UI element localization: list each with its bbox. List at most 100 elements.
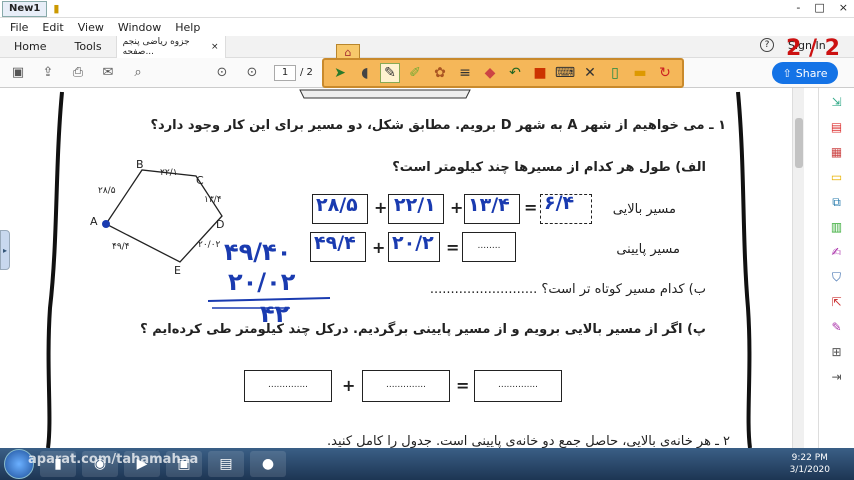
edit-pdf-icon[interactable]: ✎ [829,319,845,335]
tab-document[interactable]: جزوه ریاضی پنجم صفحه... × [115,35,226,58]
handwritten-result: ۴۲ [260,300,290,328]
page-left-border [46,91,64,448]
maximize-button[interactable]: □ [814,1,824,14]
protect-icon[interactable]: ⛉ [829,269,845,285]
handwritten-addend-2: ۲۰/۰۲ [228,268,296,296]
scrollbar-thumb[interactable] [795,118,803,168]
print-icon[interactable]: ⎙ [70,65,86,81]
fill-sign-icon[interactable]: ✍ [829,244,845,260]
refresh-tool-icon[interactable]: ↻ [655,63,675,83]
lower-route-label: مسیر پایینی [616,242,680,257]
eraser-tool-icon[interactable]: ◆ [480,63,500,83]
page-total: / 2 [300,67,313,78]
close-window-button[interactable]: × [839,1,848,14]
trip-box-2[interactable]: .............. [362,370,450,402]
upper-value-3: ۱۳/۴ [468,194,510,216]
question-1: ۱ ـ می خواهیم از شهر A به شهر D برویم. م… [150,118,726,133]
edge-ea-label: ۴۹/۴ [112,242,130,252]
menu-help[interactable]: Help [175,21,200,34]
plus-sign: + [450,198,464,217]
page-number-input[interactable]: 1 [274,64,296,81]
trip-result-box[interactable]: .............. [474,370,562,402]
brush-tool-icon[interactable]: ✐ [405,63,425,83]
clock-date: 3/1/2020 [789,465,830,475]
edge-cd-label: ۱۳/۴ [204,195,222,205]
share-button[interactable]: ⇧ Share [772,62,838,84]
pdf-taskbar-icon[interactable]: ▤ [208,451,244,477]
vertex-a-label: A [90,215,98,228]
question-1c: پ) اگر از مسیر بالایی برویم و از مسیر پا… [140,322,706,337]
window-controls: - □ × [796,1,848,14]
settings-tool-icon[interactable]: ✕ [580,63,600,83]
lower-value-1: ۴۹/۴ [314,232,356,254]
watermark-text: aparat.com/tahamahaa [28,452,199,467]
upper-value-1: ۲۸/۵ [316,194,358,216]
record-tool-icon[interactable]: ■ [530,63,550,83]
question-1a: الف) طول هر کدام از مسیرها چند کیلومتر ا… [392,160,706,175]
page-right-border [736,91,752,448]
tab-close-icon[interactable]: × [211,42,219,52]
page-navigation: 1 / 2 [274,64,313,81]
undo-tool-icon[interactable]: ↶ [505,63,525,83]
zoom-search-icon[interactable]: ⌕ [130,65,146,81]
city-a-marker [102,220,110,228]
menu-edit[interactable]: Edit [42,21,63,34]
document-window-tab[interactable]: New1 [2,0,48,17]
question-2: ۲ ـ هر خانه‌ی بالایی، حاصل جمع دو خانه‌ی… [327,434,730,448]
vertex-d-label: D [216,218,225,231]
tab-home[interactable]: Home [0,36,60,58]
keyboard-tool-icon[interactable]: ⌨ [555,63,575,83]
palette-tool-icon[interactable]: ✿ [430,63,450,83]
collapse-panel-icon[interactable]: ⇥ [829,369,845,385]
upload-icon[interactable]: ⇪ [40,65,56,81]
vertex-c-label: C [196,174,204,187]
compress-icon[interactable]: ▥ [829,219,845,235]
create-pdf-icon[interactable]: ▤ [829,119,845,135]
save-icon[interactable]: ▣ [10,65,26,81]
upper-route-label: مسیر بالایی [612,202,676,217]
right-tools-panel: ⇲ ▤ ▦ ▭ ⧉ ▥ ✍ ⛉ ⇱ ✎ ⊞ ⇥ [818,88,854,448]
system-clock[interactable]: 9:22 PM 3/1/2020 [790,452,830,476]
line-style-tool-icon[interactable]: ≡ [455,63,475,83]
vertex-e-label: E [174,264,181,277]
page-header-tab [299,89,471,99]
document-viewer: B C D E A ۲۸/۵ ۲۲/۱ ۱۳/۴ ۲۰/۰۲ ۴۹/۴ ۱ ـ … [0,88,818,448]
lower-result-box[interactable]: ........ [462,232,516,262]
equals-sign: = [524,198,538,217]
comment-icon[interactable]: ▭ [829,169,845,185]
handwritten-addend-1: ۴۹/۴۰ [224,238,292,266]
folder-tool-icon[interactable]: ▬ [630,63,650,83]
page-down-icon[interactable]: ⊙ [244,65,260,81]
email-icon[interactable]: ✉ [100,65,116,81]
folder-icon: ▮ [53,2,60,15]
menu-file[interactable]: File [10,21,28,34]
tab-tools[interactable]: Tools [60,36,115,58]
page-up-icon[interactable]: ⊙ [214,65,230,81]
annotation-toolbar: ⌂ ➤ ◖ ✎ ✐ ✿ ≡ ◆ ↶ ■ ⌨ ✕ ▯ ▬ ↻ [322,44,684,92]
new-page-tool-icon[interactable]: ▯ [605,63,625,83]
share-icon: ⇧ [782,66,792,80]
export-icon[interactable]: ⇱ [829,294,845,310]
plus-sign: + [372,238,386,257]
help-icon[interactable]: ? [760,38,774,52]
recorder-taskbar-icon[interactable]: ● [250,451,286,477]
pointer-tool-icon[interactable]: ➤ [330,63,350,83]
export-pdf-icon[interactable]: ⇲ [829,94,845,110]
equals-sign: = [446,238,460,257]
minimize-button[interactable]: - [796,1,800,14]
trip-box-1[interactable]: .............. [244,370,332,402]
left-panel-toggle[interactable]: ▸ [0,230,10,270]
edge-de-label: ۲۰/۰۲ [198,240,221,250]
menu-window[interactable]: Window [118,21,161,34]
title-bar: New1 ▮ - □ × [0,0,854,18]
plus-sign: + [342,376,356,395]
mouse-tool-icon[interactable]: ◖ [355,63,375,83]
tab-document-label: جزوه ریاضی پنجم صفحه... [122,36,190,57]
pen-tool-icon[interactable]: ✎ [380,63,400,83]
organize-pages-icon[interactable]: ▦ [829,144,845,160]
plus-sign: + [374,198,388,217]
more-tools-icon[interactable]: ⊞ [829,344,845,360]
combine-files-icon[interactable]: ⧉ [829,194,845,210]
vertical-scrollbar[interactable] [792,88,804,448]
menu-view[interactable]: View [78,21,104,34]
